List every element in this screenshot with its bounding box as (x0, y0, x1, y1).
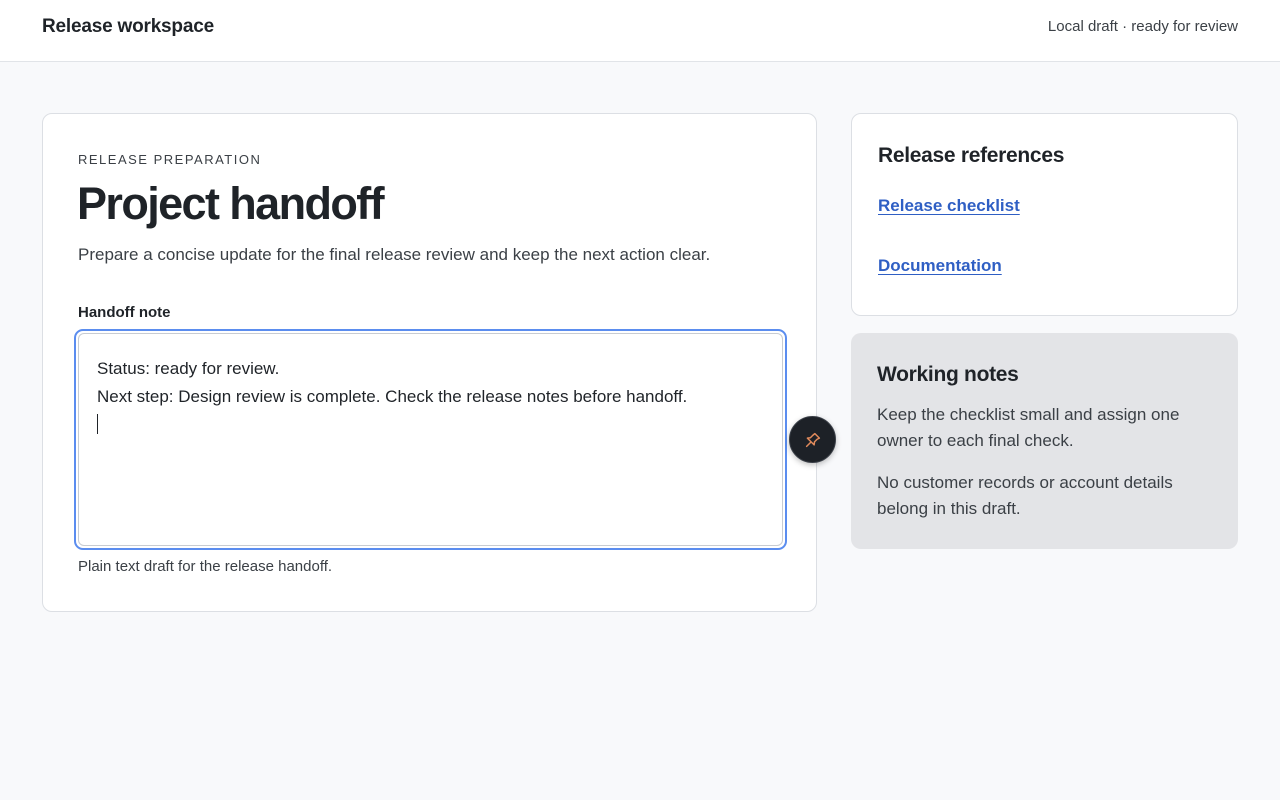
app-title: Release workspace (42, 16, 214, 37)
pin-button[interactable] (789, 416, 836, 463)
working-notes-card: Working notes Keep the checklist small a… (851, 333, 1238, 549)
working-notes-title: Working notes (877, 363, 1019, 386)
handoff-card: RELEASE PREPARATION Project handoff Prep… (42, 113, 817, 612)
page-description: Prepare a concise update for the final r… (78, 245, 711, 264)
documentation-link[interactable]: Documentation (878, 256, 1002, 276)
handoff-note-textarea[interactable]: Status: ready for review. Next step: Desi… (74, 329, 787, 550)
release-references-card: Release references Release checklist Doc… (851, 113, 1238, 316)
handoff-note-label: Handoff note (78, 304, 171, 321)
handoff-note-content[interactable]: Status: ready for review. Next step: Desi… (78, 333, 783, 546)
text-caret (97, 414, 98, 434)
note-line: Status: ready for review. (97, 359, 280, 378)
working-note-paragraph: Keep the checklist small and assign one … (877, 405, 1180, 450)
release-checklist-link[interactable]: Release checklist (878, 196, 1020, 216)
references-title: Release references (878, 144, 1065, 167)
draft-status: Local draft · ready for review (1047, 18, 1238, 35)
section-eyebrow: RELEASE PREPARATION (78, 152, 262, 167)
top-bar: Release workspace Local draft · ready fo… (0, 0, 1280, 62)
helper-text: Plain text draft for the release handoff… (78, 558, 333, 575)
working-note-paragraph: No customer records or account details b… (877, 473, 1173, 518)
pin-icon (805, 432, 820, 447)
page-title: Project handoff (77, 178, 385, 229)
note-line: Next step: Design review is complete. Ch… (97, 387, 688, 406)
